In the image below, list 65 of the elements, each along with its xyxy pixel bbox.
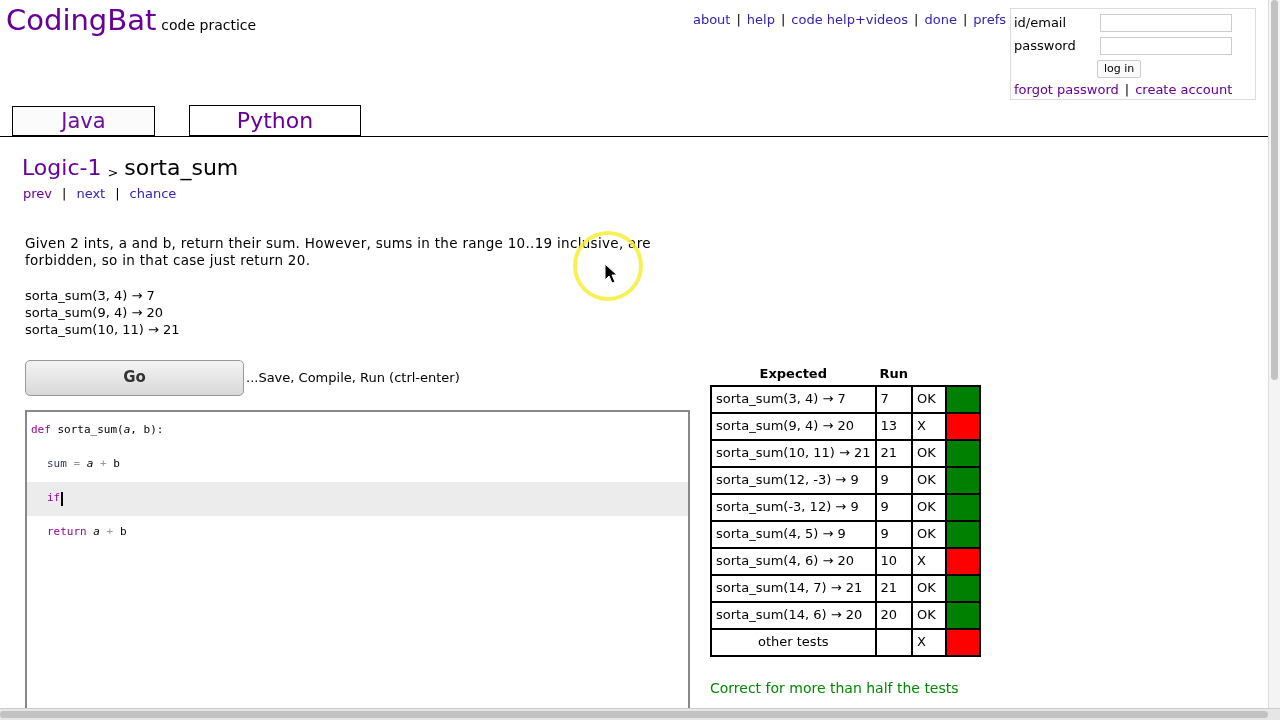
breadcrumb-separator: > xyxy=(107,166,119,179)
go-hint: ...Save, Compile, Run (ctrl-enter) xyxy=(245,368,460,387)
code-line: sum = a + b xyxy=(46,456,121,473)
field-label: password xyxy=(1014,37,1076,56)
table-cell: 9 xyxy=(875,493,913,521)
horizontal-scrollbar[interactable] xyxy=(0,708,1280,720)
mouse-pointer-icon xyxy=(604,263,618,284)
table-cell: sorta_sum(3, 4) → 7 xyxy=(711,385,876,413)
site-tagline: code practice xyxy=(161,18,257,35)
problem-title: sorta_sum xyxy=(124,157,239,179)
login-button[interactable]: log in xyxy=(1097,59,1142,78)
nav-link[interactable]: chance xyxy=(129,184,177,204)
nav-link[interactable]: prev xyxy=(23,184,52,204)
email-field[interactable] xyxy=(1100,13,1232,32)
table-cell: 10 xyxy=(875,547,913,575)
account-link[interactable]: create account xyxy=(1135,79,1233,99)
column-header: Run xyxy=(879,366,909,382)
example-line: sorta_sum(3, 4) → 7 xyxy=(25,286,156,304)
password-field[interactable] xyxy=(1100,37,1232,56)
text-cursor xyxy=(61,491,64,506)
table-cell: 9 xyxy=(875,520,913,548)
link-separator: | xyxy=(736,11,741,29)
table-cell: sorta_sum(9, 4) → 20 xyxy=(711,412,876,440)
tab[interactable]: Python xyxy=(189,105,361,136)
go-button[interactable]: Go xyxy=(25,359,244,396)
table-cell: sorta_sum(4, 6) → 20 xyxy=(711,547,876,575)
code-editor[interactable]: def sorta_sum(a, b): sum = a + b if return a + b xyxy=(25,409,690,708)
table-cell: sorta_sum(12, -3) → 9 xyxy=(711,466,876,494)
account-link[interactable]: forgot password xyxy=(1014,79,1119,99)
table-cell: 7 xyxy=(875,385,913,413)
nav-link[interactable]: code help+videos xyxy=(791,10,909,30)
table-cell: sorta_sum(14, 6) → 20 xyxy=(711,601,876,629)
example-line: sorta_sum(10, 11) → 21 xyxy=(25,320,181,338)
table-cell: 21 xyxy=(875,439,913,467)
result-summary: Correct for more than half the tests xyxy=(710,678,960,698)
table-cell: sorta_sum(14, 7) → 21 xyxy=(711,574,876,602)
code-line: return a + b xyxy=(46,524,128,541)
vertical-scrollbar[interactable] xyxy=(1268,0,1280,708)
column-header: Expected xyxy=(759,366,827,382)
table-cell: 13 xyxy=(875,412,913,440)
table-cell: 9 xyxy=(875,466,913,494)
table-cell: 20 xyxy=(875,601,913,629)
code-line: def sorta_sum(a, b): xyxy=(30,422,165,439)
nav-link[interactable]: help xyxy=(746,10,775,30)
table-cell: sorta_sum(10, 11) → 21 xyxy=(711,439,876,467)
example-line: sorta_sum(9, 4) → 20 xyxy=(25,303,164,321)
nav-link[interactable]: done xyxy=(924,10,957,30)
nav-link[interactable]: about xyxy=(692,10,731,30)
table-cell: 21 xyxy=(875,574,913,602)
section-link[interactable]: Logic-1 xyxy=(22,157,102,179)
field-label: id/email xyxy=(1014,13,1067,32)
table-cell: sorta_sum(-3, 12) → 9 xyxy=(711,493,876,521)
link-separator: | xyxy=(962,11,968,29)
link-separator: | xyxy=(62,185,67,203)
table-cell xyxy=(875,628,913,656)
nav-link[interactable]: next xyxy=(76,184,106,204)
link-separator: | xyxy=(115,185,120,203)
link-separator: | xyxy=(914,11,919,29)
site-logo[interactable]: CodingBat xyxy=(6,6,157,35)
tab[interactable]: Java xyxy=(12,106,155,136)
table-cell: sorta_sum(4, 5) → 9 xyxy=(711,520,876,548)
table-cell: other tests xyxy=(711,628,876,656)
link-separator: | xyxy=(1124,80,1130,99)
link-separator: | xyxy=(780,11,786,29)
nav-link[interactable]: prefs xyxy=(973,10,1006,30)
